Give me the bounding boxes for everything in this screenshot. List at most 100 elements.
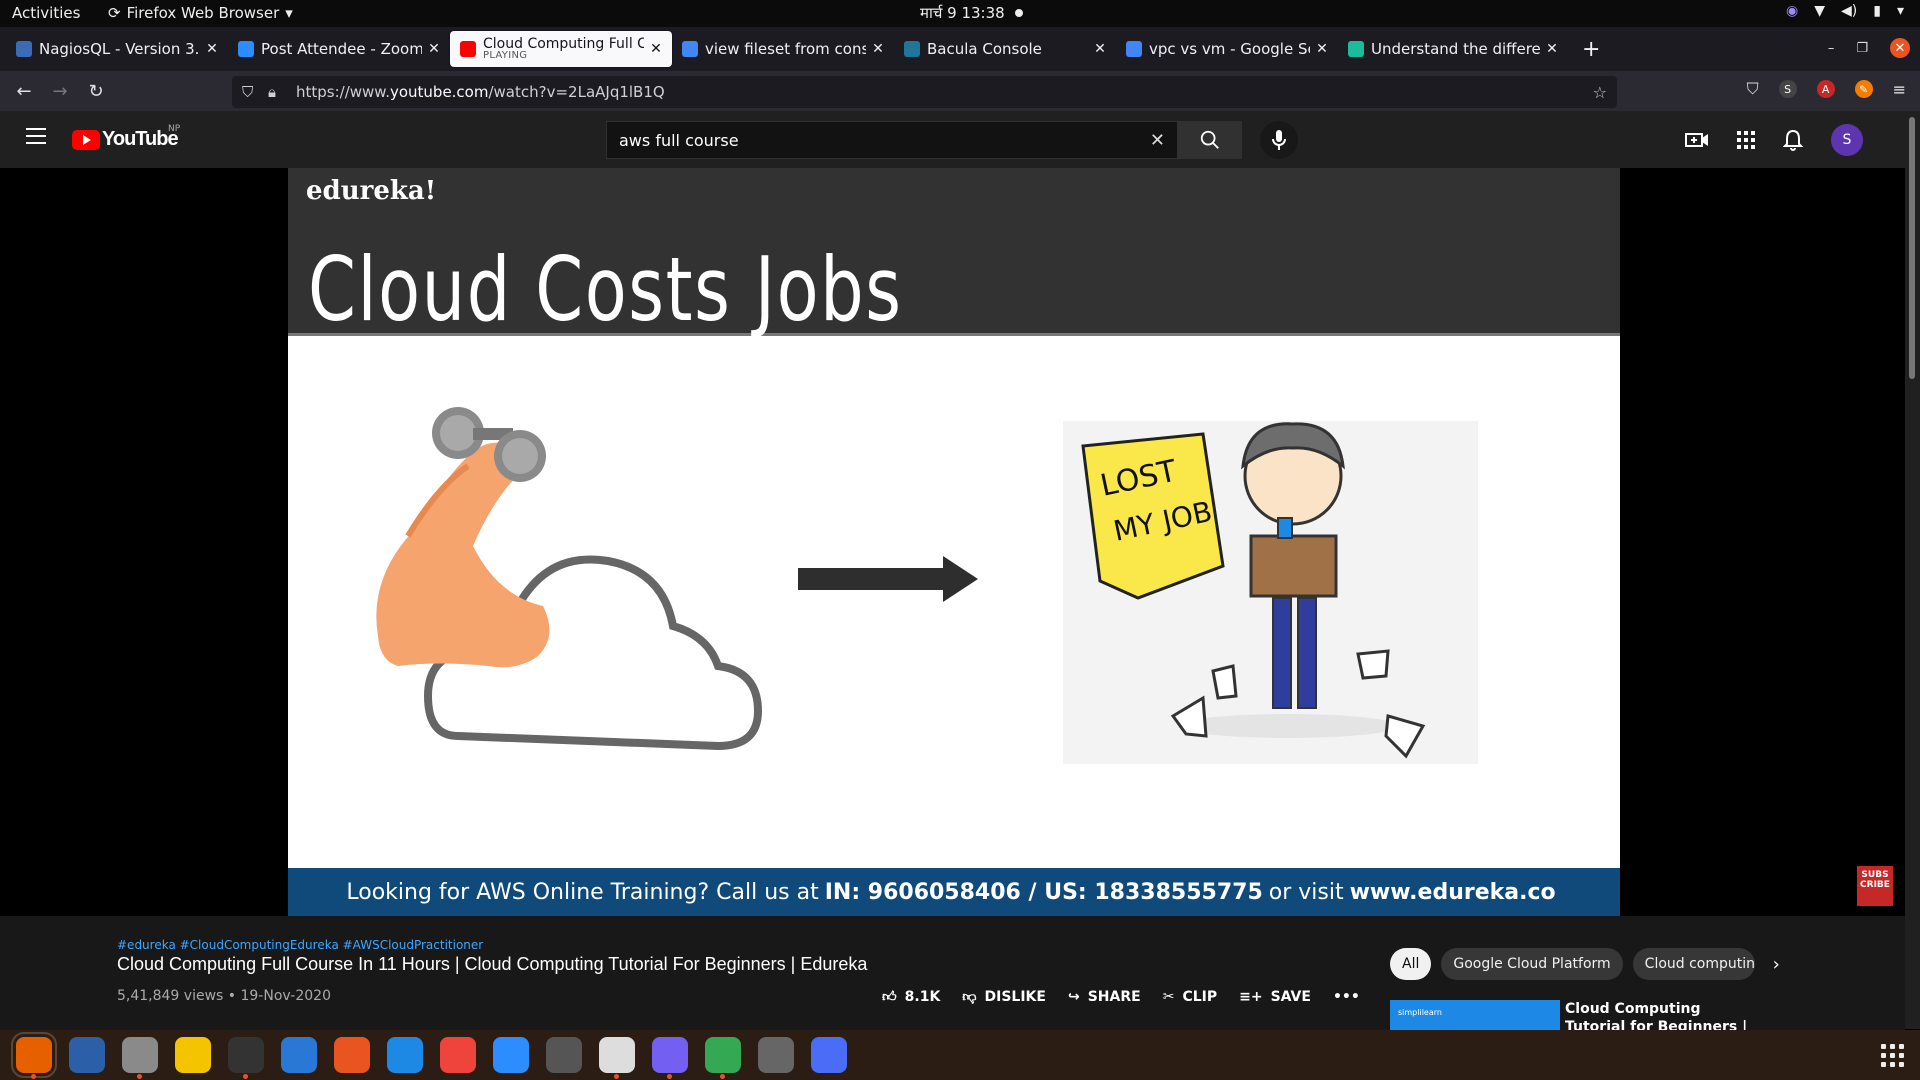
chip-all[interactable]: All [1390,948,1432,980]
screenshot-icon[interactable] [811,1037,847,1073]
subscribe-watermark[interactable]: SUBS CRIBE [1857,866,1893,906]
video-title: Cloud Computing Full Course In 11 Hours … [117,954,868,974]
chrome-icon[interactable] [705,1037,741,1079]
help-icon[interactable] [387,1037,423,1073]
more-dots-icon: ••• [1332,988,1360,1005]
browser-tab[interactable]: Post Attendee - Zoom ✕ [228,32,450,66]
toolbar-extensions: ⛉ S A ✎ ≡ [1747,79,1906,99]
browser-tab[interactable]: view fileset from console✕ [672,32,894,66]
chevron-right-icon[interactable]: › [1773,954,1780,975]
recommended-thumbnail[interactable]: simplilearn [1390,1000,1560,1030]
voice-search-button[interactable] [1260,121,1298,159]
save-button[interactable]: ≡+ SAVE [1239,989,1311,1005]
pocket-icon[interactable]: ⛉ [1747,79,1759,99]
anydesk-icon[interactable] [440,1037,476,1073]
terminal-icon[interactable] [228,1037,264,1079]
viber-icon[interactable] [652,1037,688,1079]
chip-google-cloud-platform[interactable]: Google Cloud Platform [1441,948,1623,980]
video-info-section: #edureka #CloudComputingEdureka #AWSClou… [0,916,1905,1053]
minimize-button[interactable]: – [1828,41,1835,56]
lock-icon[interactable]: 🔒︎ [268,83,288,101]
rhythmbox-icon[interactable] [175,1037,211,1073]
youtube-masthead: YouTube NP aws full course ✕ S [0,111,1905,168]
notifications-bell-icon[interactable] [1783,129,1803,151]
thumbs-up-icon: 👍︎ [882,989,897,1005]
hamburger-menu-icon[interactable]: ≡ [1893,80,1906,99]
writer-icon[interactable] [281,1037,317,1073]
url-bar[interactable]: ⛉ 🔒︎ https://www.youtube.com/watch?v=2La… [232,76,1617,108]
ubuntu-dock [0,1030,1920,1080]
video-frame[interactable]: edureka! Cloud Costs Jobs LOST MY JOB Lo… [288,168,1620,916]
clock[interactable]: मार्च 9 13:38 [920,3,1023,23]
reload-button[interactable]: ↻ [78,81,114,102]
thunderbird-icon[interactable] [69,1037,105,1073]
browser-tab[interactable]: Understand the differen ✕ [1338,32,1568,66]
tab-playing-label: PLAYING [483,50,528,61]
firefox-icon[interactable] [11,1032,57,1079]
slide-banner: edureka! Cloud Costs Jobs [288,168,1620,341]
extension-s-icon[interactable]: S [1778,80,1797,98]
adblock-icon[interactable]: A [1816,80,1835,98]
calendar-icon[interactable] [599,1037,635,1079]
nagios-icon [16,41,32,57]
activities-button[interactable]: Activities [12,4,80,22]
url-text[interactable]: https://www.youtube.com/watch?v=2LaAJq1l… [296,83,665,101]
browser-tab[interactable]: Bacula Console ✕ [894,32,1116,66]
clip-label: CLIP [1182,988,1218,1005]
guide-menu-icon[interactable] [26,128,46,149]
show-applications-icon[interactable] [1881,1044,1904,1067]
window-controls: – ❐ ✕ [1828,38,1910,58]
system-tray[interactable]: ◉ ▼ ◀) ▮ ▾ [1786,3,1904,19]
tab-close-icon[interactable]: ✕ [870,41,886,57]
zoom-icon [238,41,254,57]
browser-tab[interactable]: NagiosQL - Version 3.2.0✕ [6,32,228,66]
tab-close-icon[interactable]: ✕ [426,41,442,57]
settings-icon[interactable] [758,1037,794,1073]
forward-button[interactable]: → [42,81,78,102]
more-actions-button[interactable]: ••• [1333,989,1360,1005]
apps-grid-icon[interactable] [1737,131,1755,149]
new-tab-button[interactable]: + [1582,37,1600,62]
tab-close-icon[interactable]: ✕ [204,41,220,57]
share-button[interactable]: ↪ SHARE [1068,989,1141,1005]
wifi-icon[interactable]: ▼ [1814,3,1825,19]
tab-close-icon[interactable]: ✕ [1314,41,1330,57]
search-input[interactable]: aws full course ✕ [606,121,1178,159]
slide-title: Cloud Costs Jobs [308,238,903,341]
chip-cloud-computing[interactable]: Cloud computing [1632,948,1755,980]
battery-icon[interactable]: ▮ [1873,3,1881,19]
back-button[interactable]: ← [6,81,42,102]
volume-icon[interactable]: ◀) [1841,3,1857,19]
tab-close-icon[interactable]: ✕ [1544,41,1560,57]
clip-button[interactable]: ✂ CLIP [1163,989,1217,1005]
restore-button[interactable]: ❐ [1856,41,1868,56]
chevron-down-icon[interactable]: ▾ [1897,3,1904,19]
zoom-icon[interactable] [493,1037,529,1073]
clear-search-icon[interactable]: ✕ [1150,130,1165,151]
browser-tab[interactable]: vpc vs vm - Google Search✕ [1116,32,1338,66]
like-button[interactable]: 👍︎ 8.1K [882,988,941,1006]
browser-tab[interactable]: Cloud Computing Full Co PLAYING ✕ [450,31,672,67]
close-window-button[interactable]: ✕ [1890,38,1910,58]
extension-orange-icon[interactable]: ✎ [1854,80,1873,98]
account-avatar[interactable]: S [1831,124,1863,156]
dislike-button[interactable]: 👎︎ DISLIKE [962,988,1046,1006]
tab-close-icon[interactable]: ✕ [1092,41,1108,57]
files-icon[interactable] [122,1037,158,1079]
footer-prefix: Looking for AWS Online Training? Call us… [346,879,819,905]
bookmark-star-icon[interactable]: ☆ [1593,83,1607,102]
like-count: 8.1K [904,988,941,1005]
hashtags[interactable]: #edureka #CloudComputingEdureka #AWSClou… [117,938,483,952]
youtube-logo[interactable]: YouTube NP [72,124,180,151]
create-video-icon[interactable] [1685,130,1709,150]
tracking-protection-icon[interactable]: ⛉ [242,83,262,101]
search-button[interactable] [1178,121,1242,159]
viber-tray-icon[interactable]: ◉ [1786,3,1798,19]
scrollbar-thumb[interactable] [1909,117,1915,379]
software-icon[interactable] [334,1037,370,1073]
app-menu[interactable]: ⟳ Firefox Web Browser ▾ [108,4,293,22]
video-player[interactable]: edureka! Cloud Costs Jobs LOST MY JOB Lo… [0,168,1905,916]
tab-close-icon[interactable]: ✕ [648,41,664,57]
clock-icon[interactable] [546,1037,582,1073]
page-scrollbar[interactable] [1905,111,1920,1029]
